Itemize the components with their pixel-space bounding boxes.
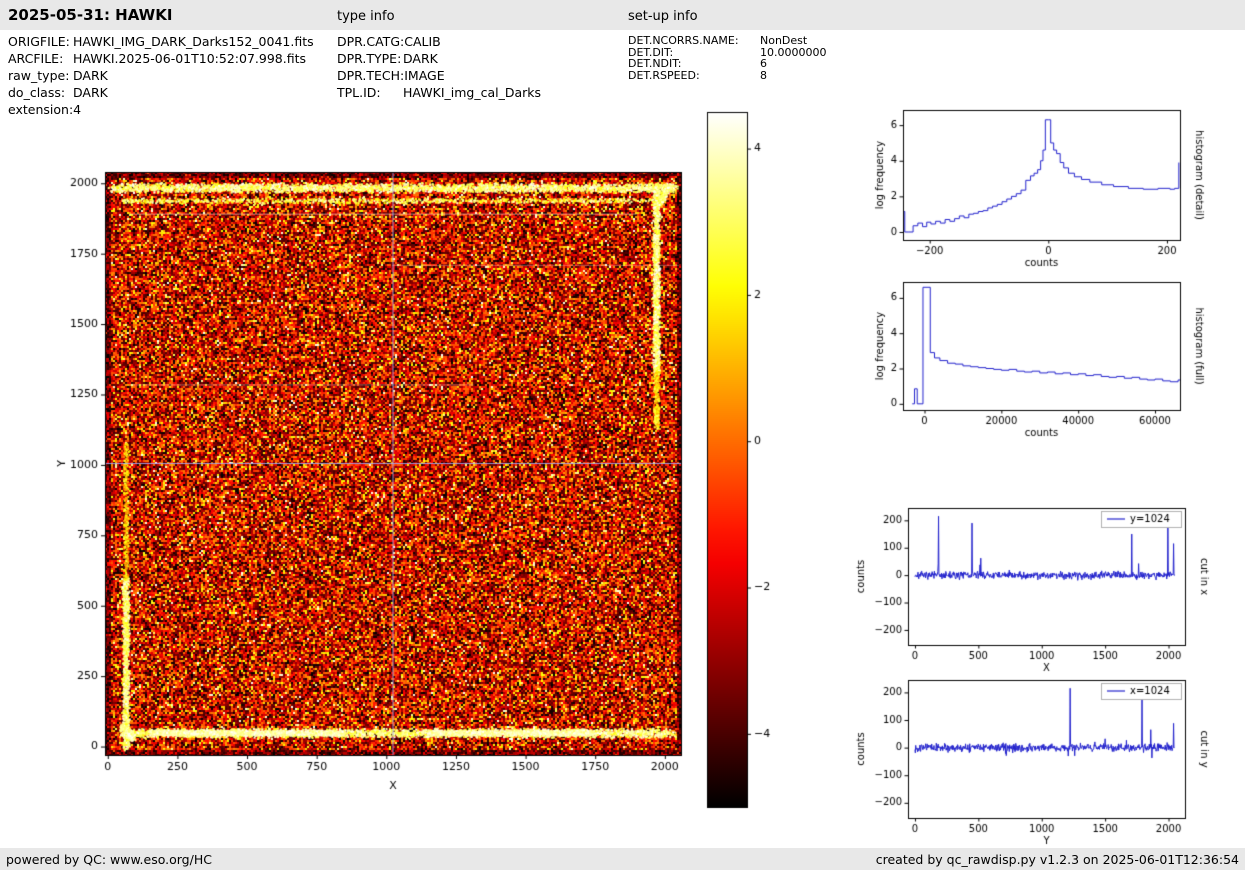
meta-value: 8 — [760, 70, 767, 82]
meta-row: DET.NCORRS.NAME:NonDest — [628, 35, 826, 47]
meta-row: ARCFILE:HAWKI.2025-06-01T10:52:07.998.fi… — [8, 50, 314, 67]
meta-value: NonDest — [760, 35, 807, 47]
meta-row: DPR.TYPE:DARK — [337, 50, 541, 67]
meta-label: DPR.TYPE: — [337, 50, 403, 67]
meta-row: DPR.TECH:IMAGE — [337, 67, 541, 84]
meta-row: DET.NDIT:6 — [628, 58, 826, 70]
histogram-full-figure — [840, 272, 1240, 462]
meta-label: DPR.CATG: — [337, 33, 404, 50]
type-info-heading: type info — [337, 9, 395, 24]
meta-value: CALIB — [404, 33, 441, 50]
meta-value: DARK — [73, 67, 108, 84]
meta-row: ORIGFILE:HAWKI_IMG_DARK_Darks152_0041.fi… — [8, 33, 314, 50]
header-bar: 2025-05-31: HAWKI type info set-up info — [0, 0, 1245, 30]
dark-frame-image-figure — [35, 95, 795, 835]
meta-label: DET.NCORRS.NAME: — [628, 35, 760, 47]
setup-info-block: DET.NCORRS.NAME:NonDest DET.DIT:10.00000… — [628, 35, 826, 81]
type-info-block: DPR.CATG:CALIB DPR.TYPE:DARK DPR.TECH:IM… — [337, 33, 541, 101]
cut-in-x-figure — [840, 498, 1240, 688]
meta-value: 10.0000000 — [760, 47, 826, 59]
meta-label: DET.RSPEED: — [628, 70, 760, 82]
footer-bar: powered by QC: www.eso.org/HC created by… — [0, 848, 1245, 870]
meta-value: HAWKI.2025-06-01T10:52:07.998.fits — [73, 50, 306, 67]
footer-right-text: created by qc_rawdisp.py v1.2.3 on 2025-… — [876, 852, 1239, 867]
footer-left-text: powered by QC: www.eso.org/HC — [6, 852, 212, 867]
histogram-detail-figure — [840, 98, 1240, 288]
meta-value: DARK — [403, 50, 438, 67]
meta-value: IMAGE — [404, 67, 444, 84]
meta-row: raw_type:DARK — [8, 67, 314, 84]
cut-in-y-figure — [840, 670, 1240, 860]
meta-label: DET.NDIT: — [628, 58, 760, 70]
meta-label: DPR.TECH: — [337, 67, 404, 84]
meta-value: HAWKI_IMG_DARK_Darks152_0041.fits — [73, 33, 314, 50]
meta-label: ARCFILE: — [8, 50, 73, 67]
setup-info-heading: set-up info — [628, 9, 698, 24]
meta-label: raw_type: — [8, 67, 73, 84]
page-title: 2025-05-31: HAWKI — [8, 6, 172, 24]
meta-row: DET.RSPEED:8 — [628, 70, 826, 82]
meta-label: ORIGFILE: — [8, 33, 73, 50]
meta-row: DPR.CATG:CALIB — [337, 33, 541, 50]
meta-value: 6 — [760, 58, 767, 70]
qc-report-page: 2025-05-31: HAWKI type info set-up info … — [0, 0, 1245, 870]
